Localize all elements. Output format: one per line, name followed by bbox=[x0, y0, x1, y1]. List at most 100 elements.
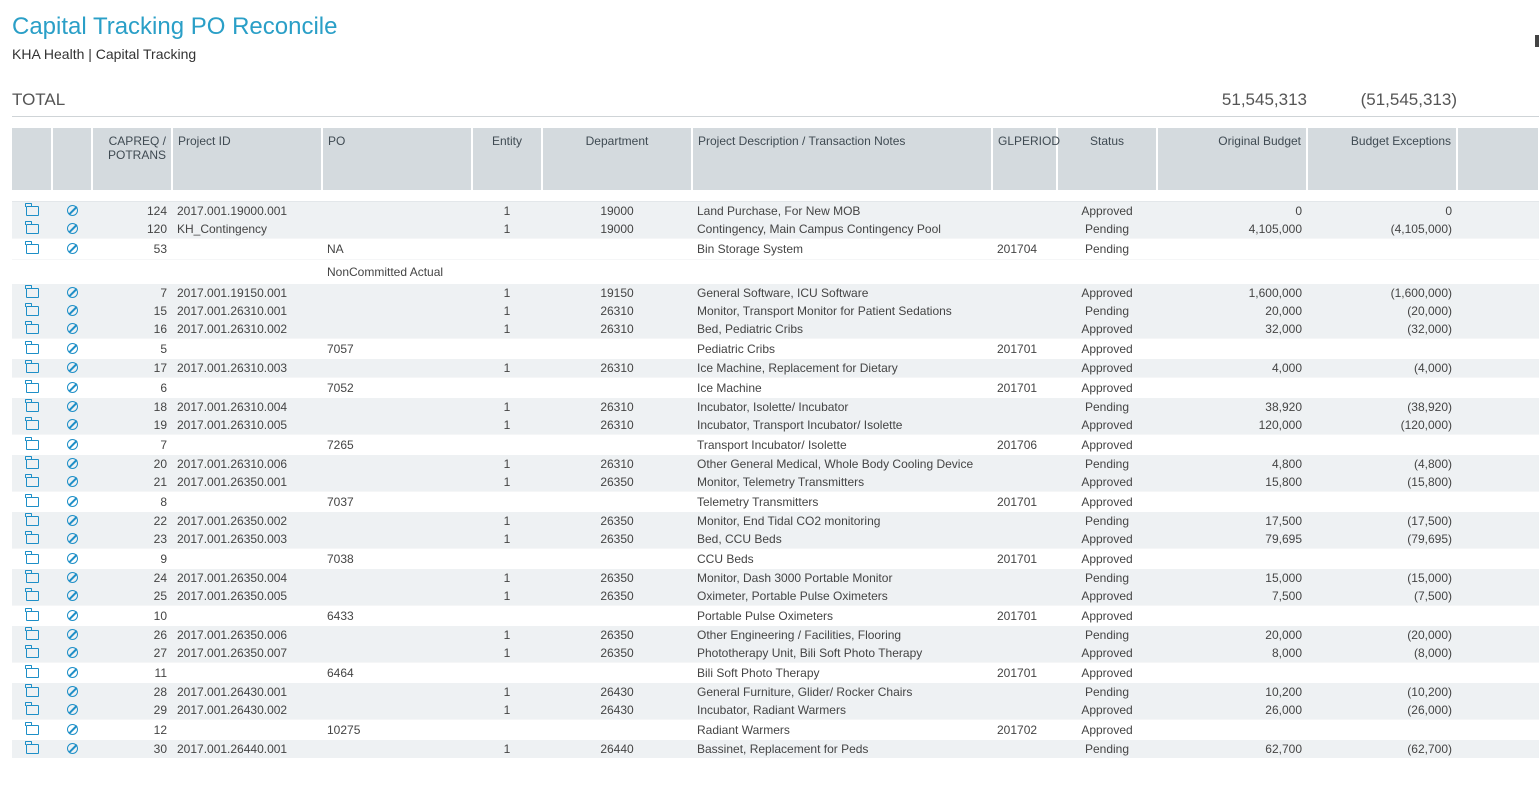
ban-icon[interactable] bbox=[52, 683, 92, 701]
ban-icon[interactable] bbox=[52, 201, 92, 220]
folder-open-icon[interactable] bbox=[12, 683, 52, 701]
ban-icon[interactable] bbox=[52, 377, 92, 398]
ban-icon[interactable] bbox=[52, 455, 92, 473]
header-capreq[interactable]: CAPREQ / POTRANS bbox=[92, 128, 173, 190]
ban-icon[interactable] bbox=[52, 662, 92, 683]
folder-open-icon[interactable] bbox=[25, 285, 39, 298]
folder-open-icon[interactable] bbox=[12, 662, 52, 683]
folder-open-icon[interactable] bbox=[25, 588, 39, 601]
folder-open-icon[interactable] bbox=[12, 530, 52, 549]
table-row[interactable]: 20 2017.001.26310.006 1 26310 Other General … bbox=[12, 455, 1539, 473]
header-budget-exceptions[interactable]: Budget Exceptions bbox=[1307, 128, 1458, 190]
folder-open-icon[interactable] bbox=[12, 605, 52, 626]
ban-icon[interactable] bbox=[52, 530, 92, 549]
header-glperiod[interactable]: GLPERIOD bbox=[992, 128, 1060, 190]
table-row[interactable]: 19 2017.001.26310.005 1 26310 Incubator, Tra… bbox=[12, 416, 1539, 435]
folder-open-icon[interactable] bbox=[25, 645, 39, 658]
folder-open-icon[interactable] bbox=[25, 741, 39, 754]
ban-icon[interactable] bbox=[52, 473, 92, 492]
table-row[interactable]: 15 2017.001.26310.001 1 26310 Monitor, Trans… bbox=[12, 302, 1539, 320]
table-row[interactable]: 24 2017.001.26350.004 1 26350 Monitor, Dash … bbox=[12, 569, 1539, 587]
ban-icon[interactable] bbox=[52, 512, 92, 530]
ban-icon[interactable] bbox=[66, 590, 78, 601]
folder-open-icon[interactable] bbox=[12, 455, 52, 473]
table-row[interactable]: 21 2017.001.26350.001 1 26350 Monitor, Telem… bbox=[12, 473, 1539, 492]
ban-icon[interactable] bbox=[66, 533, 78, 544]
folder-open-icon[interactable] bbox=[25, 513, 39, 526]
folder-open-icon[interactable] bbox=[25, 531, 39, 544]
folder-open-icon[interactable] bbox=[12, 416, 52, 435]
folder-open-icon[interactable] bbox=[25, 551, 39, 564]
header-project-id[interactable]: Project ID bbox=[172, 128, 323, 190]
folder-open-icon[interactable] bbox=[12, 320, 52, 339]
folder-open-icon[interactable] bbox=[25, 570, 39, 583]
table-row[interactable]: 10 6433 Portable Pulse Oximeters 201701 Appr… bbox=[12, 605, 1539, 626]
header-po[interactable]: PO bbox=[322, 128, 473, 190]
ban-icon[interactable] bbox=[52, 701, 92, 720]
folder-open-icon[interactable] bbox=[12, 644, 52, 663]
folder-open-icon[interactable] bbox=[25, 474, 39, 487]
folder-open-icon[interactable] bbox=[25, 684, 39, 697]
table-row[interactable]: 23 2017.001.26350.003 1 26350 Bed, CCU Beds A… bbox=[12, 530, 1539, 549]
folder-open-icon[interactable] bbox=[12, 377, 52, 398]
ban-icon[interactable] bbox=[52, 605, 92, 626]
folder-open-icon[interactable] bbox=[12, 719, 52, 740]
ban-icon[interactable] bbox=[66, 686, 78, 697]
table-row[interactable]: 29 2017.001.26430.002 1 26430 Incubator, Rad… bbox=[12, 701, 1539, 720]
folder-open-icon[interactable] bbox=[25, 437, 39, 450]
ban-icon[interactable] bbox=[66, 458, 78, 469]
ban-icon[interactable] bbox=[52, 644, 92, 663]
folder-open-icon[interactable] bbox=[12, 284, 52, 302]
table-row[interactable]: 28 2017.001.26430.001 1 26430 General Furnit… bbox=[12, 683, 1539, 701]
folder-open-icon[interactable] bbox=[12, 473, 52, 492]
ban-icon[interactable] bbox=[66, 743, 78, 754]
ban-icon[interactable] bbox=[66, 205, 78, 216]
folder-open-icon[interactable] bbox=[25, 221, 39, 234]
ban-icon[interactable] bbox=[52, 220, 92, 239]
header-status[interactable]: Status bbox=[1057, 128, 1158, 190]
ban-icon[interactable] bbox=[66, 439, 78, 450]
folder-open-icon[interactable] bbox=[12, 491, 52, 512]
ban-icon[interactable] bbox=[52, 740, 92, 758]
ban-icon[interactable] bbox=[66, 382, 78, 393]
folder-open-icon[interactable] bbox=[12, 359, 52, 378]
ban-icon[interactable] bbox=[66, 419, 78, 430]
folder-open-icon[interactable] bbox=[25, 417, 39, 430]
folder-open-icon[interactable] bbox=[12, 302, 52, 320]
folder-open-icon[interactable] bbox=[12, 587, 52, 606]
ban-icon[interactable] bbox=[66, 515, 78, 526]
folder-open-icon[interactable] bbox=[25, 303, 39, 316]
table-row[interactable]: 16 2017.001.26310.002 1 26310 Bed, Pediatric… bbox=[12, 320, 1539, 339]
ban-icon[interactable] bbox=[52, 626, 92, 644]
ban-icon[interactable] bbox=[52, 719, 92, 740]
ban-icon[interactable] bbox=[52, 238, 92, 260]
ban-icon[interactable] bbox=[52, 320, 92, 339]
folder-open-icon[interactable] bbox=[25, 203, 39, 216]
table-row[interactable]: 120 KH_Contingency 1 19000 Contingency, Main… bbox=[12, 220, 1539, 239]
table-row[interactable]: 7 7265 Transport Incubator/ Isolette 201706… bbox=[12, 434, 1539, 455]
folder-open-icon[interactable] bbox=[12, 512, 52, 530]
ban-icon[interactable] bbox=[52, 359, 92, 378]
folder-open-icon[interactable] bbox=[25, 722, 39, 735]
table-row[interactable]: 9 7038 CCU Beds 201701 Approved bbox=[12, 548, 1539, 569]
table-row[interactable]: 25 2017.001.26350.005 1 26350 Oximeter, Port… bbox=[12, 587, 1539, 606]
ban-icon[interactable] bbox=[66, 243, 78, 254]
folder-open-icon[interactable] bbox=[12, 338, 52, 359]
table-row[interactable]: 7 2017.001.19150.001 1 19150 General Softwar… bbox=[12, 284, 1539, 302]
ban-icon[interactable] bbox=[52, 587, 92, 606]
ban-icon[interactable] bbox=[52, 338, 92, 359]
ban-icon[interactable] bbox=[66, 362, 78, 373]
ban-icon[interactable] bbox=[66, 476, 78, 487]
header-department[interactable]: Department bbox=[542, 128, 693, 190]
folder-open-icon[interactable] bbox=[12, 569, 52, 587]
folder-open-icon[interactable] bbox=[25, 341, 39, 354]
table-row[interactable]: 26 2017.001.26350.006 1 26350 Other Engineer… bbox=[12, 626, 1539, 644]
table-row[interactable]: 27 2017.001.26350.007 1 26350 Phototherapy U… bbox=[12, 644, 1539, 663]
table-row[interactable]: 5 7057 Pediatric Cribs 201701 Approved bbox=[12, 338, 1539, 359]
table-row[interactable]: NonCommitted Actual bbox=[12, 259, 1539, 284]
ban-icon[interactable] bbox=[66, 667, 78, 678]
table-row[interactable]: 30 2017.001.26440.001 1 26440 Bassinet, Repl… bbox=[12, 740, 1539, 758]
ban-icon[interactable] bbox=[52, 569, 92, 587]
table-row[interactable]: 8 7037 Telemetry Transmitters 201701 Approve… bbox=[12, 491, 1539, 512]
folder-open-icon[interactable] bbox=[25, 241, 39, 254]
